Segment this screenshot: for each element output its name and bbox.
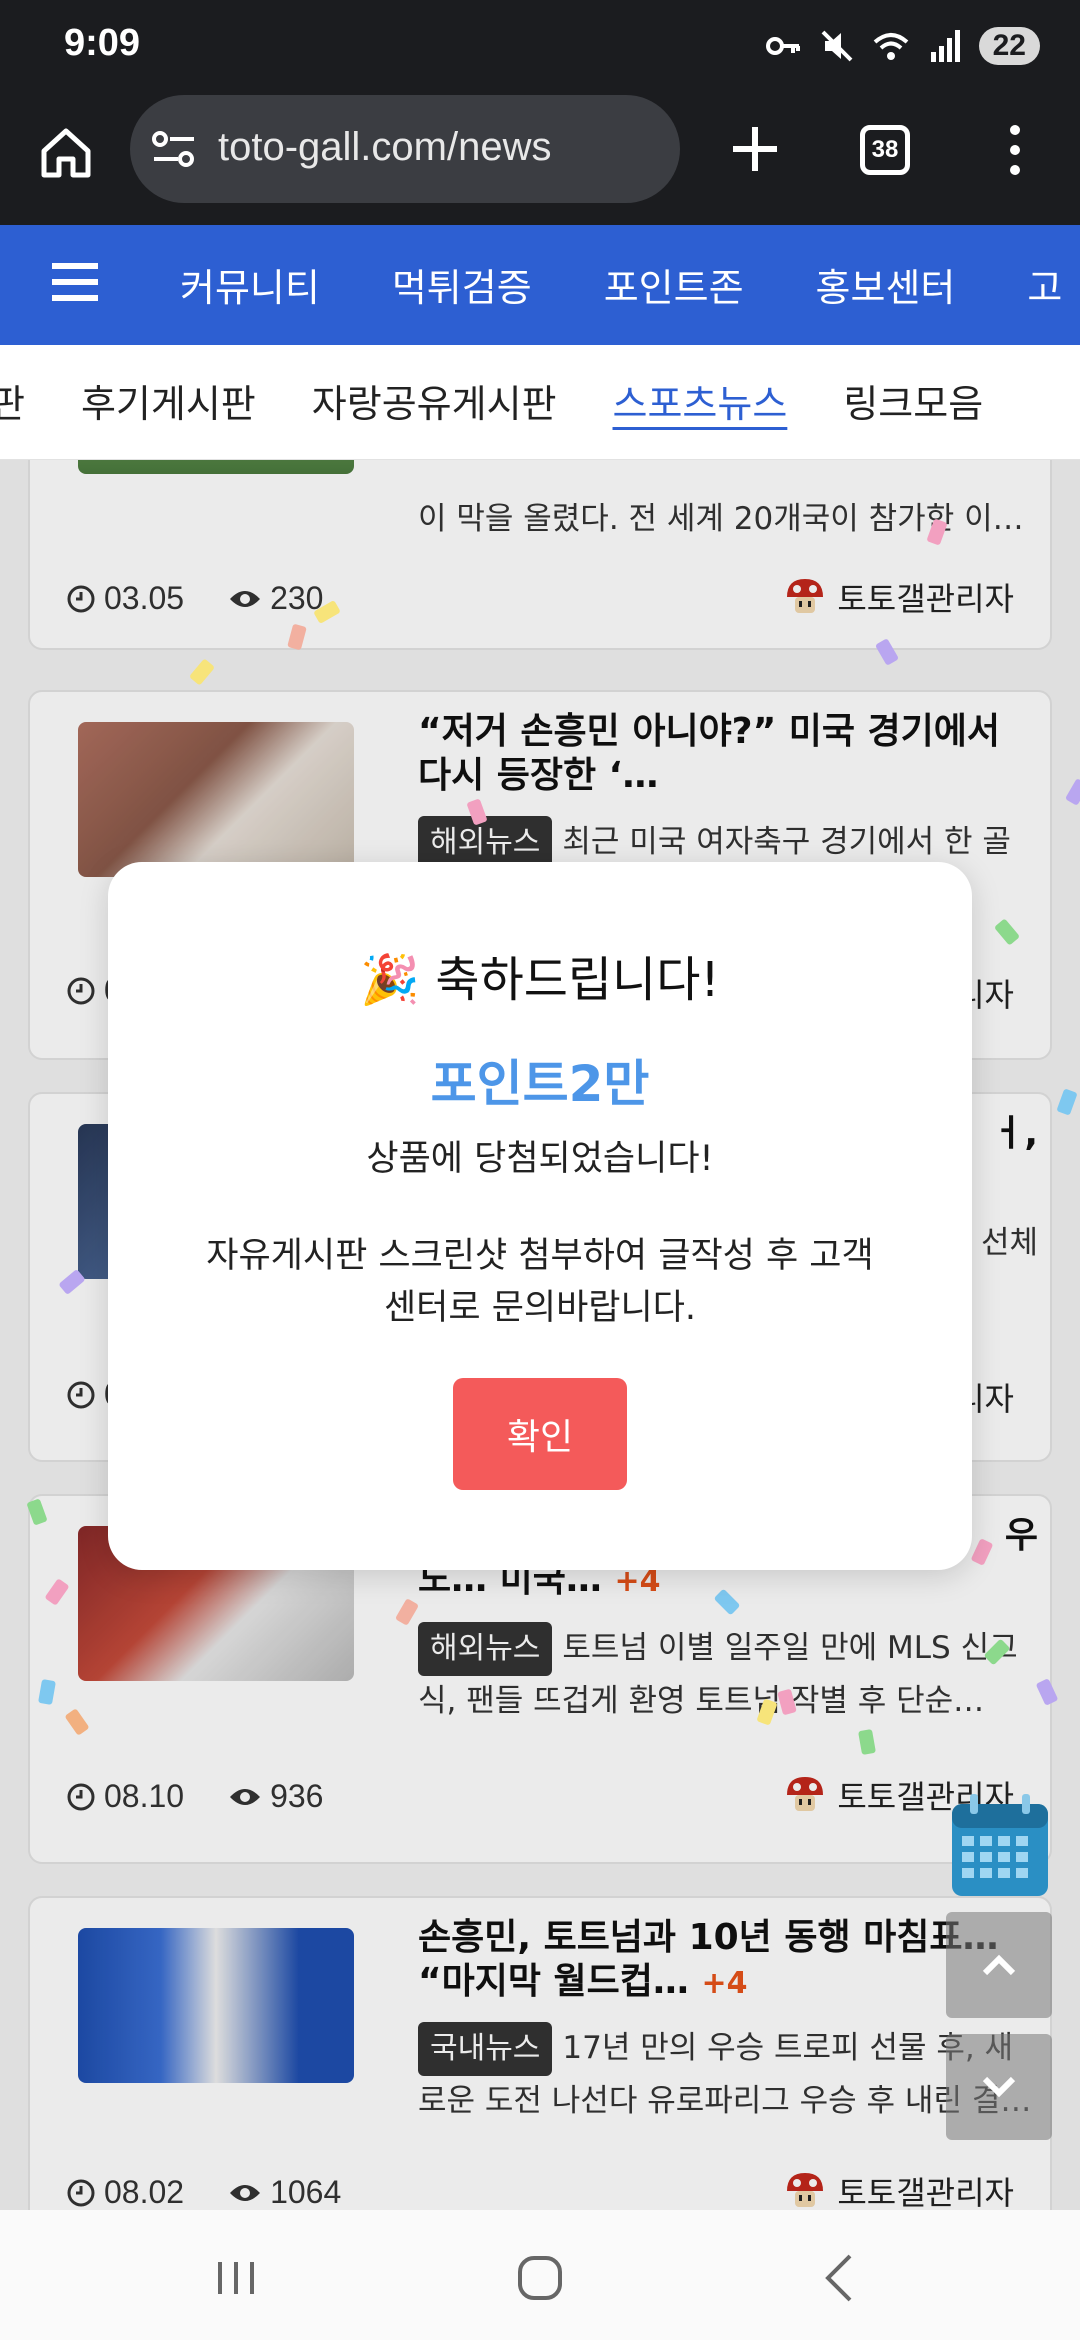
vpn-key-icon bbox=[765, 37, 800, 55]
won-message: 상품에 당첨되었습니다! bbox=[366, 1139, 714, 1179]
signal-icon bbox=[930, 30, 960, 62]
browser-toolbar: toto-gall.com/news 38 bbox=[0, 95, 1080, 225]
status-bar: 9:09 22 bbox=[0, 0, 1080, 95]
status-time: 9:09 bbox=[64, 22, 141, 64]
chevron-up-icon bbox=[982, 1954, 1016, 1976]
nav-item-more[interactable]: 고 bbox=[1027, 257, 1062, 312]
status-icons: 22 bbox=[763, 26, 1040, 66]
instruction-text: 자유게시판 스크린샷 첨부하여 글작성 후 고객센터로 문의바랍니다. bbox=[206, 1236, 874, 1328]
prize-label: 포인트2만 bbox=[430, 1055, 650, 1113]
back-icon[interactable] bbox=[812, 2248, 872, 2308]
wifi-icon bbox=[873, 33, 908, 60]
address-bar[interactable]: toto-gall.com/news bbox=[130, 95, 680, 203]
party-popper-icon: 🎉 bbox=[360, 952, 421, 1008]
home-nav-icon[interactable] bbox=[510, 2248, 570, 2308]
subnav-item-links[interactable]: 링크모음 bbox=[843, 373, 983, 428]
nav-item-community[interactable]: 커뮤니티 bbox=[180, 257, 320, 312]
mute-icon bbox=[821, 30, 853, 62]
tab-switcher-button[interactable]: 38 bbox=[860, 125, 910, 175]
system-nav-bar bbox=[0, 2210, 1080, 2340]
nav-item-promo-center[interactable]: 홍보센터 bbox=[816, 257, 956, 312]
new-tab-icon[interactable] bbox=[725, 119, 785, 179]
url-text: toto-gall.com/news bbox=[218, 125, 552, 169]
subnav-item-share[interactable]: 자랑공유게시판 bbox=[312, 373, 557, 428]
main-nav-items: 커뮤니티 먹튀검증 포인트존 홍보센터 고 bbox=[180, 257, 1062, 312]
recent-apps-icon[interactable] bbox=[206, 2248, 266, 2308]
subnav-item-partial[interactable]: 판 bbox=[0, 373, 25, 428]
confirm-button[interactable]: 확인 bbox=[453, 1378, 627, 1490]
congrats-modal: 🎉 축하드립니다! 포인트2만 상품에 당첨되었습니다! 자유게시판 스크린샷 … bbox=[108, 862, 972, 1570]
calendar-icon[interactable] bbox=[948, 1790, 1052, 1900]
modal-title: 🎉 축하드립니다! bbox=[108, 940, 972, 1010]
subnav-item-sports-news[interactable]: 스포츠뉴스 bbox=[613, 373, 788, 428]
hamburger-menu-icon[interactable] bbox=[52, 263, 98, 303]
board-subnav: 판 후기게시판 자랑공유게시판 스포츠뉴스 링크모음 bbox=[0, 345, 1080, 460]
nav-item-verification[interactable]: 먹튀검증 bbox=[392, 257, 532, 312]
site-settings-icon[interactable] bbox=[150, 127, 198, 171]
subnav-item-reviews[interactable]: 후기게시판 bbox=[81, 373, 256, 428]
modal-title-text: 축하드립니다! bbox=[435, 952, 720, 1008]
site-main-nav: 커뮤니티 먹튀검증 포인트존 홍보센터 고 bbox=[0, 225, 1080, 345]
battery-indicator: 22 bbox=[978, 27, 1040, 65]
home-icon[interactable] bbox=[36, 123, 96, 183]
nav-item-pointzone[interactable]: 포인트존 bbox=[604, 257, 744, 312]
subnav-items: 판 후기게시판 자랑공유게시판 스포츠뉴스 링크모음 bbox=[0, 373, 983, 428]
chevron-down-icon bbox=[982, 2076, 1016, 2098]
scroll-top-button[interactable] bbox=[946, 1912, 1052, 2018]
scroll-bottom-button[interactable] bbox=[946, 2034, 1052, 2140]
more-menu-icon[interactable] bbox=[1000, 120, 1030, 180]
